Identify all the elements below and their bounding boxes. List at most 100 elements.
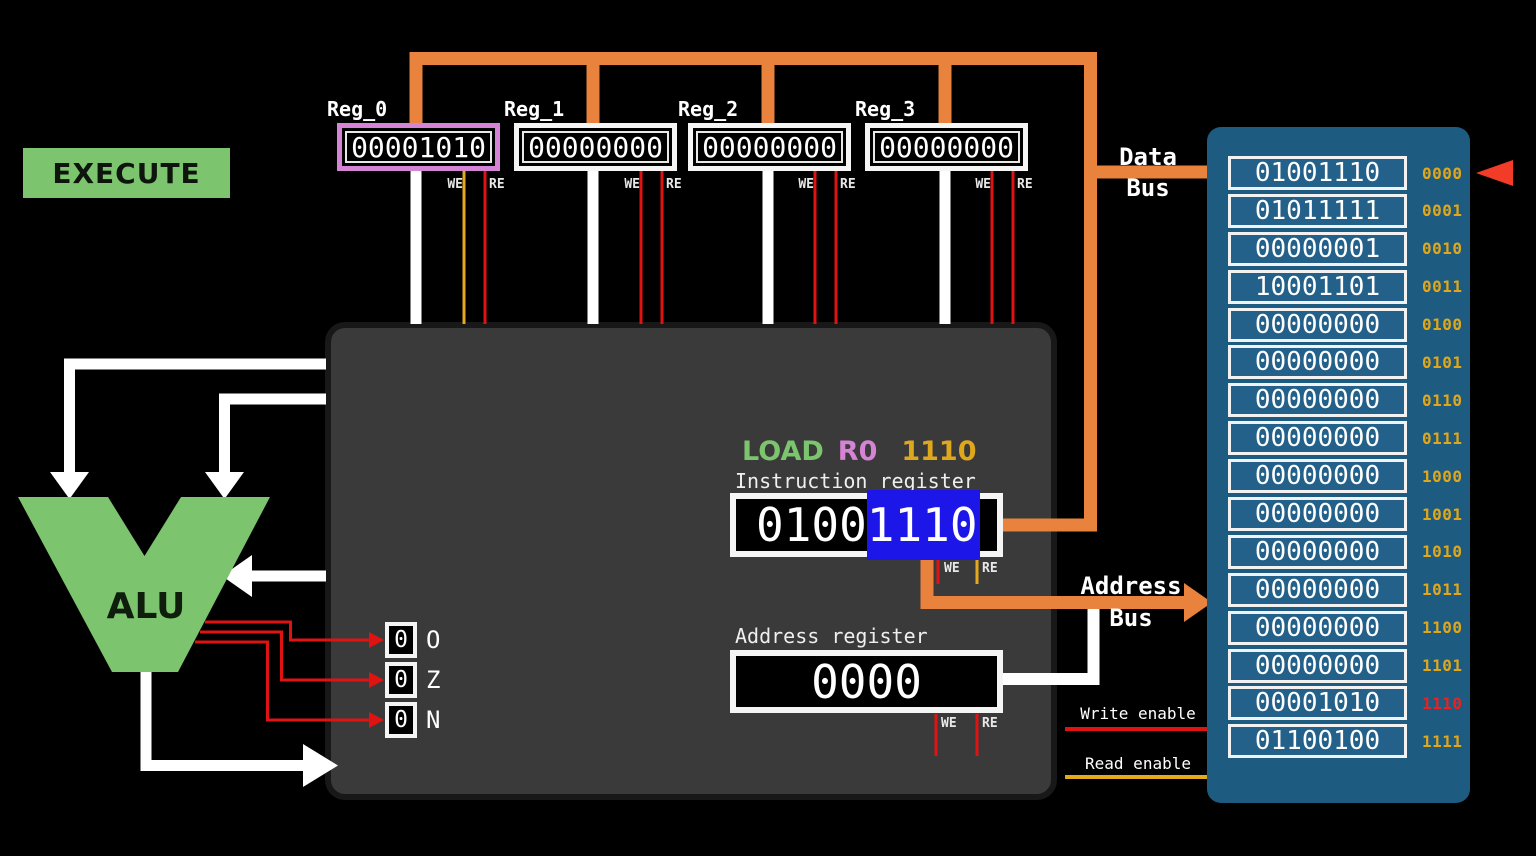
reg0-we-label: WE xyxy=(432,177,463,192)
address-register-box[interactable]: 0000 xyxy=(730,650,1003,713)
memory-cell-value[interactable]: 00000000 xyxy=(1228,459,1407,493)
memory-row: 10001101 0011 xyxy=(1228,270,1468,304)
memory-row: 00000000 0111 xyxy=(1228,421,1468,455)
memory-cell-value[interactable]: 00000000 xyxy=(1228,308,1407,342)
flag-z-value: 0 xyxy=(394,667,408,693)
memory-cell-value[interactable]: 00000000 xyxy=(1228,573,1407,607)
reg1-label: Reg_1 xyxy=(504,97,677,119)
reg0-value: 00001010 xyxy=(345,131,492,163)
reg0-re-label: RE xyxy=(489,177,522,192)
decoded-register: R0 xyxy=(838,436,878,467)
alu-input-c-arrowhead xyxy=(222,555,252,597)
reg0-value-box[interactable]: 00001010 xyxy=(337,123,500,171)
alu-input-b-wire xyxy=(225,399,327,474)
memory-row: 01001110 0000 xyxy=(1228,156,1468,190)
memory-address: 1010 xyxy=(1422,542,1468,561)
reg2-value-box[interactable]: 00000000 xyxy=(688,123,851,171)
execute-button[interactable]: EXECUTE xyxy=(23,148,230,198)
alu-input-a-wire xyxy=(70,364,327,474)
alu-input-a-arrowhead xyxy=(50,472,89,499)
memory-panel: 01001110 0000 01011111 0001 00000001 001… xyxy=(1207,127,1470,803)
memory-address: 1011 xyxy=(1422,580,1468,599)
ir-we-label: WE xyxy=(944,561,960,576)
memory-row: 00000000 0110 xyxy=(1228,383,1468,417)
register-reg2: Reg_2 00000000 WE RE xyxy=(688,97,851,171)
decoded-opcode: LOAD xyxy=(742,436,824,467)
memory-address: 0001 xyxy=(1422,201,1468,220)
flag-zero: 0 Z xyxy=(385,662,440,698)
memory-cell-value[interactable]: 01011111 xyxy=(1228,194,1407,228)
memory-row: 00000000 1000 xyxy=(1228,459,1468,493)
memory-cell-value[interactable]: 10001101 xyxy=(1228,270,1407,304)
memory-cell-value[interactable]: 01001110 xyxy=(1228,156,1407,190)
memory-rows: 01001110 0000 01011111 0001 00000001 001… xyxy=(1228,156,1468,758)
flag-o-label: O xyxy=(426,626,440,654)
memory-cell-value[interactable]: 01100100 xyxy=(1228,724,1407,758)
flag-z-value-box: 0 xyxy=(385,662,417,698)
memory-address: 1101 xyxy=(1422,656,1468,675)
memory-address: 1110 xyxy=(1422,694,1468,713)
ir-opcode-bits: 0100 xyxy=(756,498,867,552)
instruction-register-box[interactable]: 01001110 xyxy=(730,493,1003,557)
ir-re-label: RE xyxy=(982,561,998,576)
memory-address: 0110 xyxy=(1422,391,1468,410)
memory-address: 1111 xyxy=(1422,732,1468,751)
memory-cell-value[interactable]: 00000000 xyxy=(1228,421,1407,455)
reg3-value-box[interactable]: 00000000 xyxy=(865,123,1028,171)
alu-label: ALU xyxy=(101,586,191,627)
memory-address: 1001 xyxy=(1422,505,1468,524)
memory-address: 0101 xyxy=(1422,353,1468,372)
decoded-instruction: LOAD R0 1110 xyxy=(742,436,977,467)
write-enable-label: Write enable xyxy=(1068,704,1208,723)
reg3-we-label: WE xyxy=(960,177,991,192)
reg1-we-label: WE xyxy=(609,177,640,192)
memory-row: 00000000 1100 xyxy=(1228,611,1468,645)
memory-row: 00000000 1010 xyxy=(1228,535,1468,569)
address-bus-label-line1: Address xyxy=(1076,572,1186,600)
ar-re-label: RE xyxy=(982,716,998,731)
memory-address: 0100 xyxy=(1422,315,1468,334)
memory-cell-value[interactable]: 00000001 xyxy=(1228,232,1407,266)
memory-cell-value[interactable]: 00001010 xyxy=(1228,686,1407,720)
reg2-we-label: WE xyxy=(783,177,814,192)
flag-n-value: 0 xyxy=(394,707,408,733)
alu-output-wire xyxy=(146,670,303,766)
reg3-label: Reg_3 xyxy=(855,97,1028,119)
reg2-label: Reg_2 xyxy=(678,97,851,119)
memory-cell-value[interactable]: 00000000 xyxy=(1228,497,1407,531)
memory-cell-value[interactable]: 00000000 xyxy=(1228,383,1407,417)
memory-address: 1100 xyxy=(1422,618,1468,637)
register-reg0: Reg_0 00001010 WE RE xyxy=(337,97,500,171)
memory-row: 00000000 1101 xyxy=(1228,649,1468,683)
data-bus-label-line1: Data xyxy=(1108,142,1188,173)
register-reg3: Reg_3 00000000 WE RE xyxy=(865,97,1028,171)
read-enable-label: Read enable xyxy=(1068,754,1208,773)
flag-n-value-box: 0 xyxy=(385,702,417,738)
reg2-re-label: RE xyxy=(840,177,873,192)
memory-row: 00000000 0101 xyxy=(1228,345,1468,379)
ar-we-label: WE xyxy=(941,716,957,731)
reg1-re-label: RE xyxy=(666,177,699,192)
memory-cell-value[interactable]: 00000000 xyxy=(1228,611,1407,645)
memory-address: 0010 xyxy=(1422,239,1468,258)
alu-input-b-arrowhead xyxy=(205,472,244,499)
memory-row: 00000000 0100 xyxy=(1228,308,1468,342)
memory-row: 00000000 1011 xyxy=(1228,573,1468,607)
register-reg1: Reg_1 00000000 WE RE xyxy=(514,97,677,171)
alu-shape xyxy=(18,497,270,672)
reg1-value-box[interactable]: 00000000 xyxy=(514,123,677,171)
memory-address: 1000 xyxy=(1422,467,1468,486)
memory-row: 00000001 0010 xyxy=(1228,232,1468,266)
memory-row: 00000000 1001 xyxy=(1228,497,1468,531)
data-bus-label-line2: Bus xyxy=(1108,173,1188,204)
ir-operand-bits: 1110 xyxy=(867,498,978,552)
address-bus-label-line2: Bus xyxy=(1076,604,1186,632)
memory-cell-value[interactable]: 00000000 xyxy=(1228,649,1407,683)
flag-o-value: 0 xyxy=(394,627,408,653)
memory-row: 01100100 1111 xyxy=(1228,724,1468,758)
reg0-label: Reg_0 xyxy=(327,97,500,119)
memory-cell-value[interactable]: 00000000 xyxy=(1228,345,1407,379)
memory-row: 00001010 1110 xyxy=(1228,686,1468,720)
memory-cell-value[interactable]: 00000000 xyxy=(1228,535,1407,569)
memory-address: 0000 xyxy=(1422,164,1468,183)
